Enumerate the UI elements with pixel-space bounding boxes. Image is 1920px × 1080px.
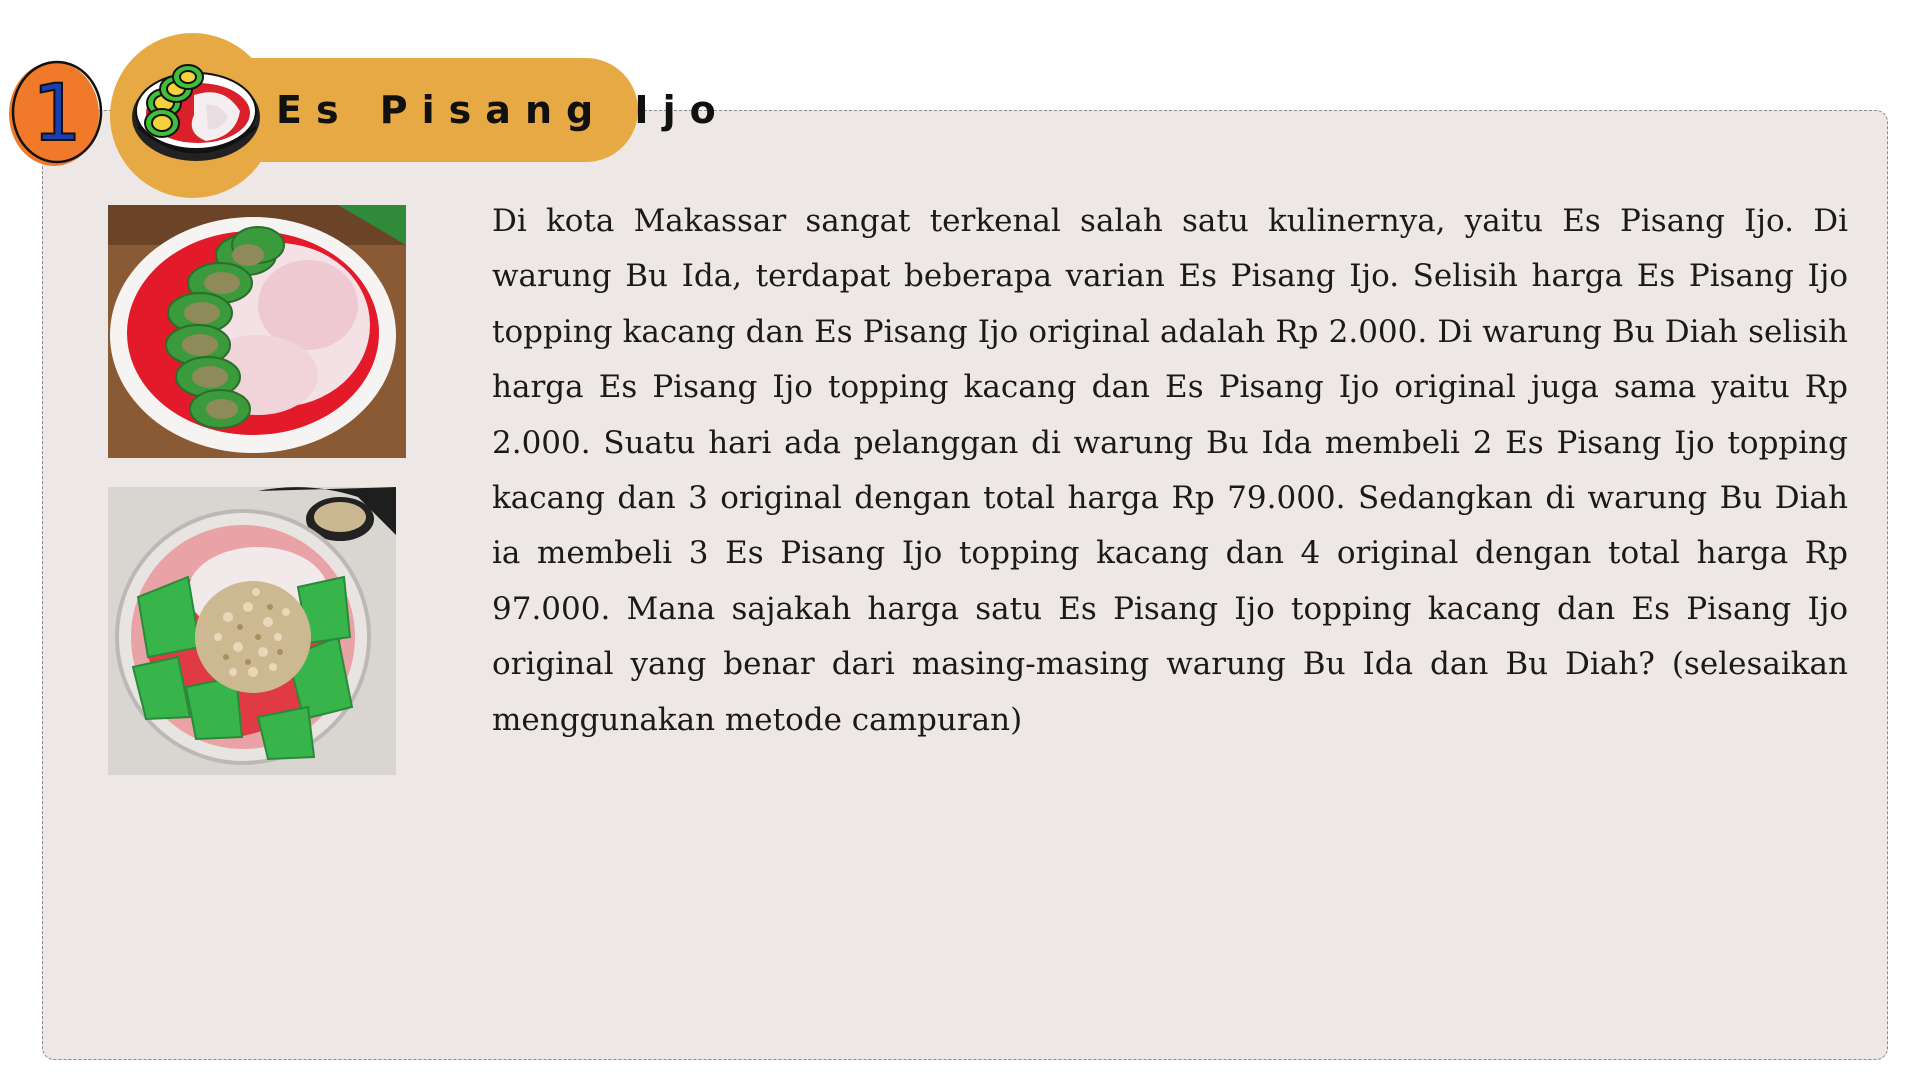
es-pisang-ijo-bowl-icon [124,55,264,175]
es-pisang-ijo-kacang-photo [108,487,396,775]
page-title: Es Pisang Ijo [276,88,730,132]
problem-statement: Di kota Makassar sangat terkenal salah s… [492,203,1848,738]
es-pisang-ijo-bowl-photo [108,205,406,458]
question-number: 1 [32,69,82,159]
number-one-badge-icon: 1 [4,58,104,170]
